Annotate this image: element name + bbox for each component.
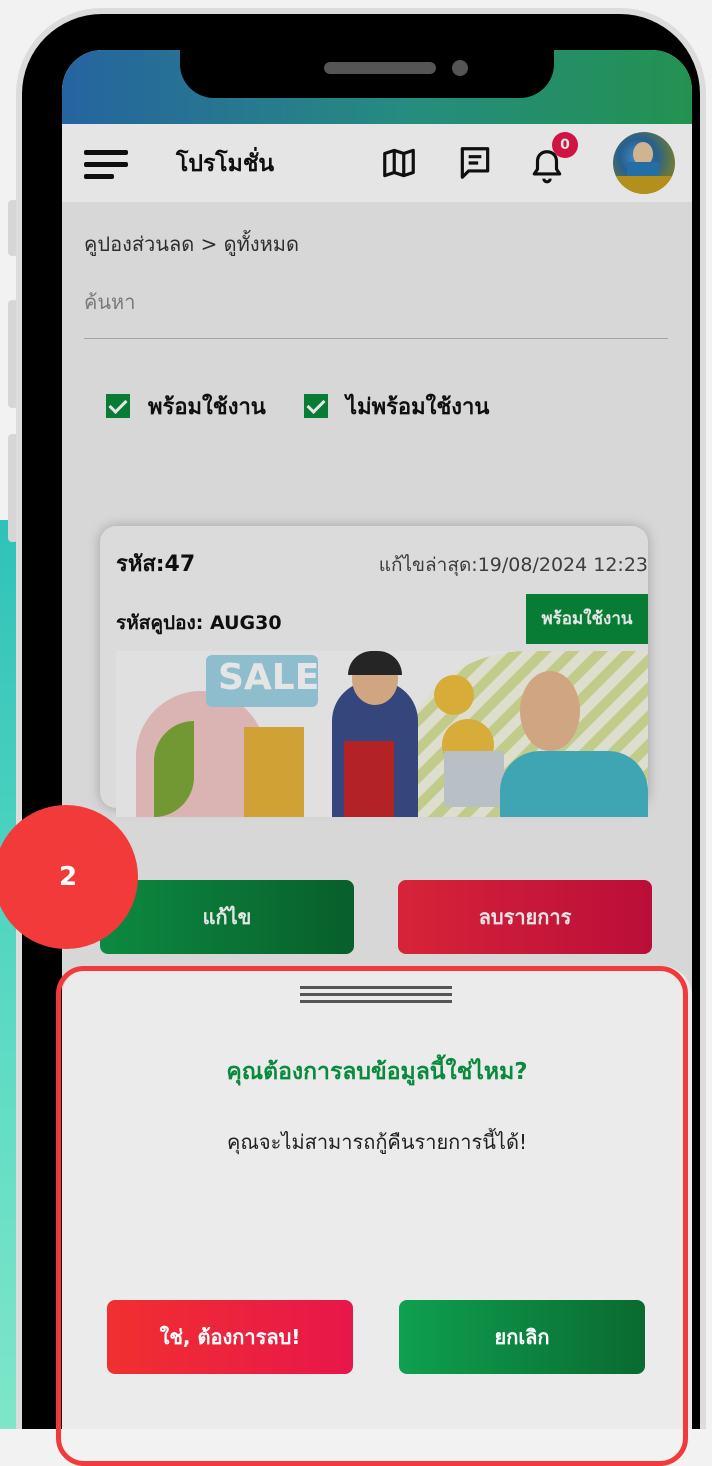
filter-ready-checkbox[interactable]: พร้อมใช้งาน bbox=[106, 388, 266, 424]
last-edited-timestamp: แก้ไขล่าสุด:19/08/2024 12:23 bbox=[378, 554, 648, 576]
message-icon[interactable] bbox=[456, 144, 494, 182]
edit-button[interactable]: แก้ไข bbox=[100, 880, 354, 954]
delete-button[interactable]: ลบรายการ bbox=[398, 880, 652, 954]
coupon-id: รหัส:47 bbox=[116, 552, 196, 577]
checkbox-checked-icon[interactable] bbox=[106, 394, 130, 418]
phone-camera bbox=[452, 60, 468, 76]
breadcrumb[interactable]: คูปองส่วนลด > ดูทั้งหมด bbox=[84, 228, 299, 260]
map-icon[interactable] bbox=[380, 144, 418, 182]
step-number-marker: 2 bbox=[0, 805, 138, 949]
checkbox-checked-icon[interactable] bbox=[304, 394, 328, 418]
avatar[interactable] bbox=[613, 132, 675, 194]
coupon-banner-image: SALE bbox=[116, 651, 648, 817]
sale-sign: SALE bbox=[218, 657, 320, 698]
page-title: โปรโมชั่น bbox=[176, 151, 275, 177]
status-badge: พร้อมใช้งาน bbox=[526, 594, 648, 644]
coupon-card[interactable]: รหัส:47 แก้ไขล่าสุด:19/08/2024 12:23 รหั… bbox=[100, 526, 648, 817]
coupon-code: รหัสคูปอง: AUG30 bbox=[116, 612, 282, 634]
hamburger-menu-icon[interactable] bbox=[84, 144, 128, 184]
notification-badge: 0 bbox=[552, 132, 578, 158]
search-input[interactable]: ค้นหา bbox=[84, 286, 668, 339]
phone-speaker bbox=[324, 62, 436, 74]
highlight-frame bbox=[56, 966, 688, 1466]
phone-notch bbox=[180, 50, 554, 98]
filter-not-ready-checkbox[interactable]: ไม่พร้อมใช้งาน bbox=[304, 388, 489, 424]
filter-label: ไม่พร้อมใช้งาน bbox=[346, 394, 490, 420]
filter-label: พร้อมใช้งาน bbox=[148, 394, 266, 420]
app-bar: โปรโมชั่น 0 bbox=[62, 124, 692, 202]
